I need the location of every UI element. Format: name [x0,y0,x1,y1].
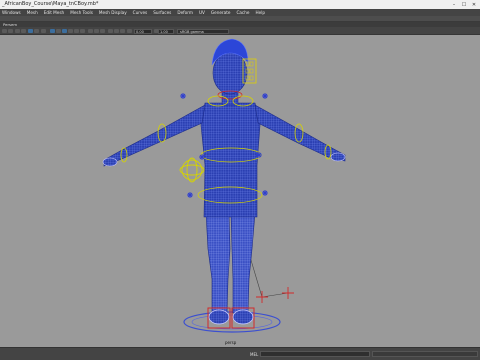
smooth-shade-icon[interactable] [56,28,61,33]
menu-generate[interactable]: Generate [211,10,231,15]
camera-select-icon[interactable] [2,28,7,33]
left-arm-mesh [103,104,206,167]
right-hand-mesh [330,152,346,162]
camera-label: persp [225,340,237,345]
menu-uv[interactable]: UV [199,10,205,15]
shadows-icon[interactable] [80,28,85,33]
wireframe-on-shaded-icon[interactable] [62,28,67,33]
viewport-toolbar: 0.00 1.00 sRGB gamma [0,27,480,35]
menu-mesh[interactable]: Mesh [27,10,38,15]
window-controls: – ☐ ✕ [450,1,478,8]
close-button[interactable]: ✕ [470,1,478,8]
mel-command-input[interactable] [260,351,370,357]
character-scene [102,38,346,333]
maya-window: _AfricanBoy_Course\Maya_tnCBoy.mb* – ☐ ✕… [0,0,480,360]
menu-edit-mesh[interactable]: Edit Mesh [44,10,64,15]
menu-mesh-display[interactable]: Mesh Display [99,10,127,15]
ambient-occlusion-icon[interactable] [108,28,113,33]
xray-icon[interactable] [88,28,93,33]
menu-deform[interactable]: Deform [177,10,193,15]
right-arm-mesh [254,104,346,162]
menu-surfaces[interactable]: Surfaces [153,10,171,15]
menu-curves[interactable]: Curves [133,10,148,15]
minimize-button[interactable]: – [450,1,458,8]
pole-vector-line [261,292,289,298]
left-hand-mesh [102,157,118,167]
title-bar: _AfricanBoy_Course\Maya_tnCBoy.mb* – ☐ ✕ [0,0,480,9]
face-control-slider [249,61,254,67]
right-shoe-mesh [232,309,254,325]
head-mesh [212,51,248,95]
wireframe-icon[interactable] [50,28,55,33]
window-title: _AfricanBoy_Course\Maya_tnCBoy.mb* [2,1,99,7]
left-leg-mesh [205,212,231,314]
hip-gimbal-ring [181,159,203,181]
isolate-select-icon[interactable] [127,28,132,33]
camera-attributes-icon[interactable] [8,28,13,33]
perspective-viewport[interactable]: persp [0,35,480,347]
depth-of-field-icon[interactable] [120,28,125,33]
command-line-bar: MEL [0,347,480,360]
grid-icon[interactable] [28,28,33,33]
image-plane-icon[interactable] [21,28,26,33]
menu-help[interactable]: Help [255,10,265,15]
maximize-button[interactable]: ☐ [460,1,468,8]
menu-mesh-tools[interactable]: Mesh Tools [70,10,93,15]
menu-windows[interactable]: Windows [2,10,21,15]
face-control-slider [249,68,254,74]
backface-culling-icon[interactable] [100,28,105,33]
main-menu-bar: Windows Mesh Edit Mesh Mesh Tools Mesh D… [0,9,480,16]
hip-gimbal-ring [179,164,205,176]
mel-label: MEL [250,352,259,357]
resolution-gate-icon[interactable] [41,28,46,33]
right-leg-mesh [230,212,256,314]
color-space-dropdown[interactable]: sRGB gamma [177,28,229,34]
menu-cache[interactable]: Cache [236,10,249,15]
command-result-field [372,351,478,357]
gamma-field[interactable]: 1.00 [158,28,174,34]
film-gate-icon[interactable] [34,28,39,33]
hip-gimbal-ring [186,157,198,183]
exposure-field[interactable]: 0.00 [134,28,152,34]
xray-joints-icon[interactable] [94,28,99,33]
face-control-slider [249,75,254,81]
antialiasing-icon[interactable] [114,28,119,33]
left-shoe-mesh [208,309,230,325]
textured-icon[interactable] [68,28,73,33]
bookmark-icon[interactable] [15,28,20,33]
lights-icon[interactable] [74,28,79,33]
